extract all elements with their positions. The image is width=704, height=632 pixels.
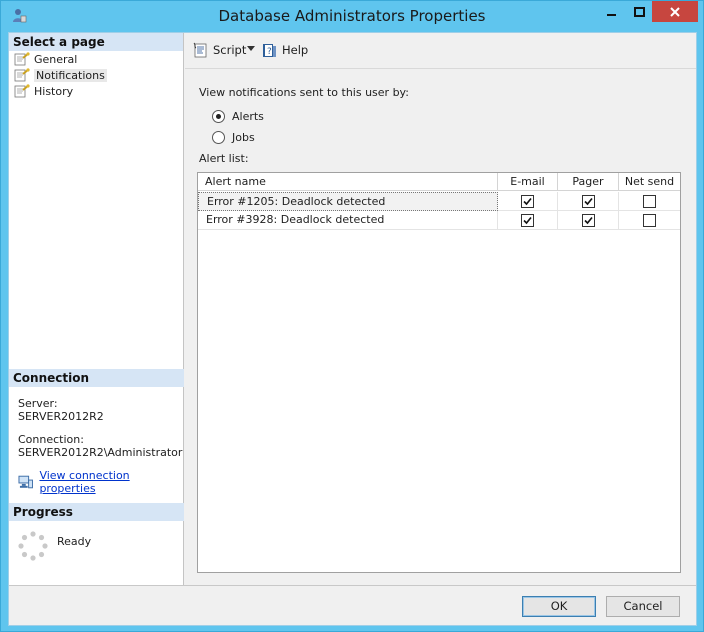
checkmark-icon xyxy=(583,216,593,225)
page-item-label: Notifications xyxy=(34,68,107,82)
server-value: SERVER2012R2 xyxy=(18,410,104,423)
column-header-pager[interactable]: Pager xyxy=(558,173,619,191)
table-row[interactable]: Error #3928: Deadlock detected xyxy=(198,211,680,230)
alert-list-label: Alert list: xyxy=(199,152,249,165)
script-icon xyxy=(193,42,207,58)
progress-header: Progress xyxy=(9,503,184,521)
page-item-general[interactable]: General xyxy=(9,51,183,67)
cancel-button[interactable]: Cancel xyxy=(606,596,680,617)
script-button[interactable]: Script xyxy=(193,41,246,59)
svg-text:?: ? xyxy=(267,47,272,57)
connection-label: Connection: xyxy=(18,433,84,446)
help-button[interactable]: ? Help xyxy=(262,41,308,59)
help-icon: ? xyxy=(263,44,276,57)
properties-window: Database Administrators Properties Selec… xyxy=(0,0,704,632)
server-label: Server: xyxy=(18,397,58,410)
page-wrench-icon xyxy=(14,68,30,82)
jobs-radio[interactable]: Jobs xyxy=(212,131,255,144)
email-checkbox[interactable] xyxy=(521,214,534,227)
window-title: Database Administrators Properties xyxy=(218,7,486,25)
select-page-header: Select a page xyxy=(9,33,183,51)
page-item-label: History xyxy=(34,84,74,98)
email-checkbox[interactable] xyxy=(521,195,534,208)
checkmark-icon xyxy=(523,197,532,206)
alert-name-cell[interactable]: Error #1205: Deadlock detected xyxy=(198,192,498,211)
alert-list-grid[interactable]: Alert name E-mail Pager Net send Error #… xyxy=(197,172,681,573)
notifications-page: View notifications sent to this user by:… xyxy=(185,70,696,585)
table-row[interactable]: Error #1205: Deadlock detected xyxy=(198,192,680,211)
connection-value: SERVER2012R2\Administrator xyxy=(18,446,183,459)
left-pane: Select a page General Notifications Hist… xyxy=(9,33,184,585)
net-send-checkbox[interactable] xyxy=(643,195,656,208)
toolbar: Script ? Help xyxy=(185,33,696,69)
connection-properties-icon xyxy=(18,475,33,489)
close-button[interactable] xyxy=(652,1,698,22)
net-send-checkbox[interactable] xyxy=(643,214,656,227)
page-item-notifications[interactable]: Notifications xyxy=(9,67,183,83)
radio-unselected-icon xyxy=(212,131,225,144)
maximize-icon xyxy=(633,6,645,17)
progress-spinner-icon xyxy=(18,531,48,561)
view-connection-properties-link[interactable]: View connection properties xyxy=(39,469,184,495)
page-wrench-icon xyxy=(14,52,30,66)
minimize-icon xyxy=(607,13,616,16)
pager-checkbox[interactable] xyxy=(581,195,595,208)
alerts-radio[interactable]: Alerts xyxy=(212,110,264,123)
ok-button[interactable]: OK xyxy=(522,596,596,617)
radio-selected-icon xyxy=(212,110,225,123)
maximize-button[interactable] xyxy=(626,1,652,22)
checkmark-icon xyxy=(583,197,593,206)
page-wrench-icon xyxy=(14,84,30,98)
progress-section: Progress Ready xyxy=(9,503,184,581)
help-label: Help xyxy=(282,43,309,57)
jobs-radio-label: Jobs xyxy=(232,131,255,144)
close-icon xyxy=(670,6,680,17)
connection-section: Connection Server: SERVER2012R2 Connecti… xyxy=(9,369,184,495)
dialog-client-area: Select a page General Notifications Hist… xyxy=(8,32,697,626)
dialog-footer: OK Cancel xyxy=(9,585,696,625)
script-label: Script xyxy=(213,43,247,57)
notify-label: View notifications sent to this user by: xyxy=(199,86,409,99)
connection-header: Connection xyxy=(9,369,184,387)
alert-name-cell[interactable]: Error #3928: Deadlock detected xyxy=(198,211,498,230)
column-header-net-send[interactable]: Net send xyxy=(619,173,680,191)
script-dropdown-arrow[interactable] xyxy=(247,46,255,51)
pager-checkbox[interactable] xyxy=(581,214,595,227)
title-bar[interactable]: Database Administrators Properties xyxy=(1,1,703,32)
minimize-button[interactable] xyxy=(599,1,625,22)
column-header-alert-name[interactable]: Alert name xyxy=(198,173,498,191)
column-header-email[interactable]: E-mail xyxy=(498,173,558,191)
alerts-radio-label: Alerts xyxy=(232,110,264,123)
page-item-history[interactable]: History xyxy=(9,83,183,99)
checkmark-icon xyxy=(523,216,532,225)
progress-status: Ready xyxy=(57,535,92,548)
page-item-label: General xyxy=(34,52,78,66)
grid-header-row: Alert name E-mail Pager Net send xyxy=(198,173,680,191)
